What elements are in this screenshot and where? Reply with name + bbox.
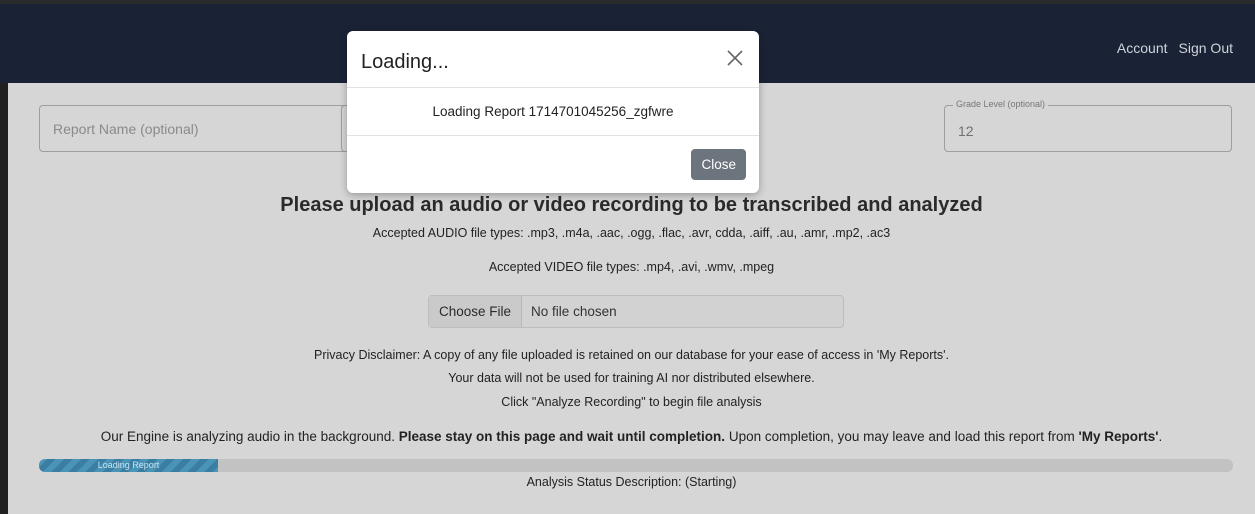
modal-title: Loading... bbox=[361, 51, 449, 73]
modal-footer: Close bbox=[347, 136, 759, 192]
close-button[interactable]: Close bbox=[691, 149, 746, 180]
loading-modal: Loading... Loading Report 1714701045256_… bbox=[347, 31, 759, 193]
modal-header: Loading... bbox=[347, 31, 759, 88]
modal-body: Loading Report 1714701045256_zgfwre bbox=[347, 88, 759, 136]
close-icon[interactable] bbox=[724, 47, 746, 69]
